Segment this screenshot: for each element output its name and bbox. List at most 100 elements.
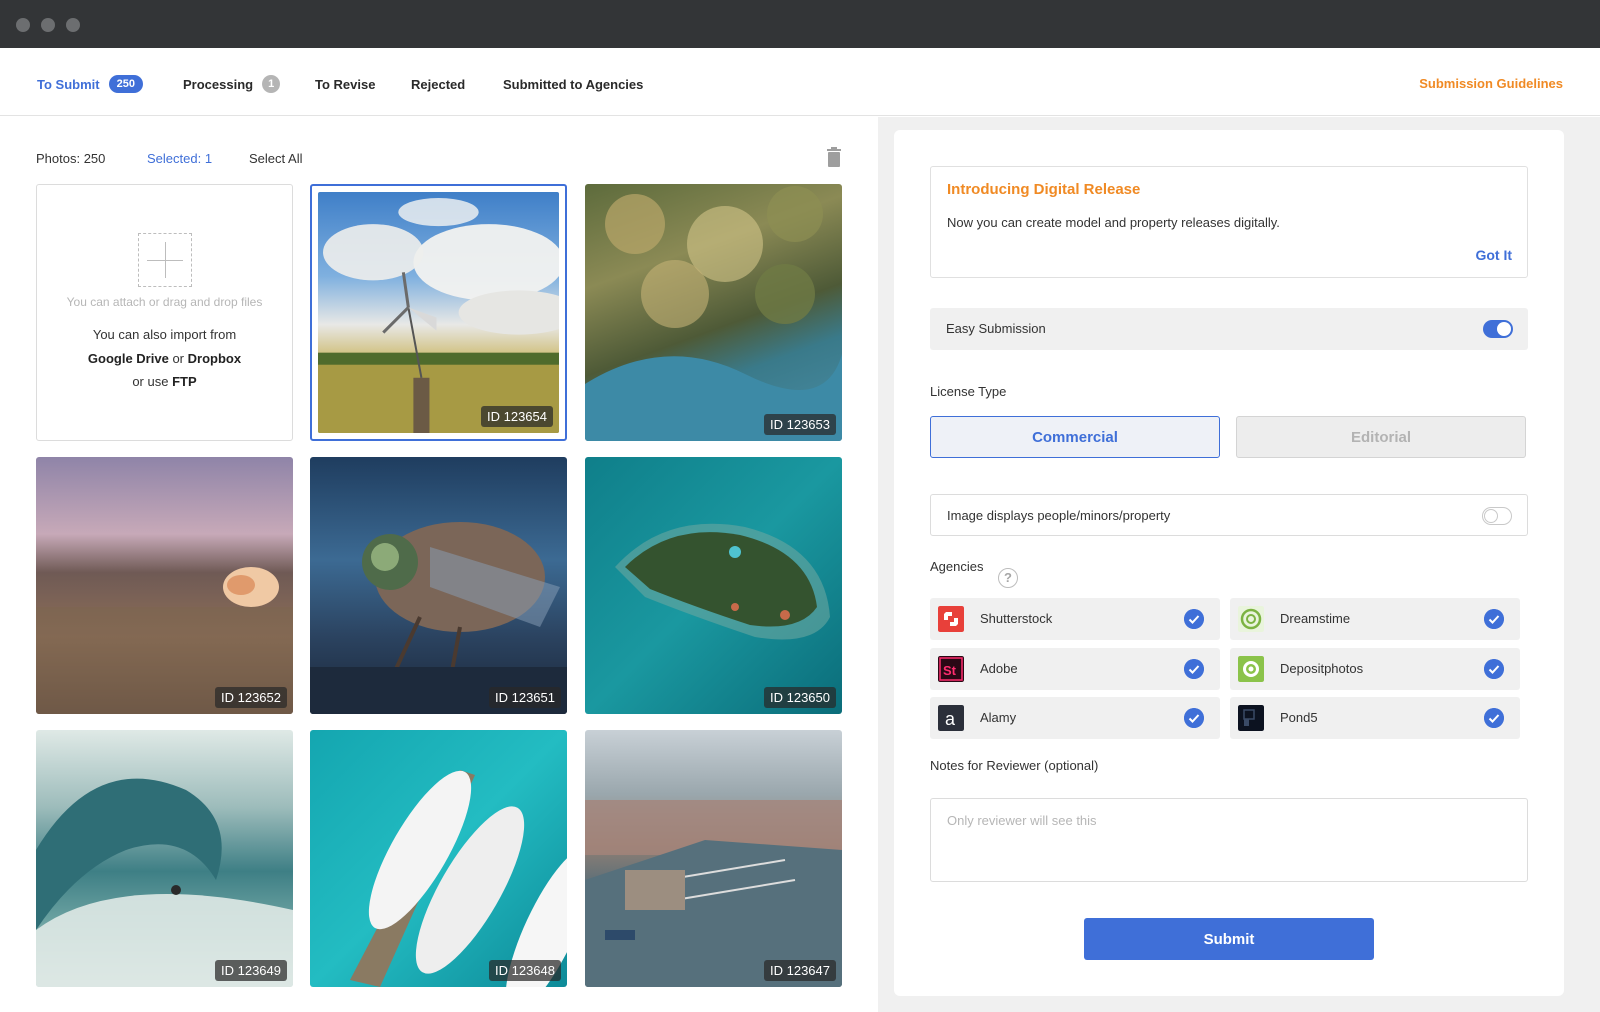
photo-tile[interactable]: ID 123647 bbox=[585, 730, 842, 987]
dreamstime-logo-icon bbox=[1238, 606, 1264, 632]
check-icon[interactable] bbox=[1484, 609, 1504, 629]
notes-label: Notes for Reviewer (optional) bbox=[930, 758, 1099, 773]
photo-id-label: ID 123652 bbox=[215, 687, 287, 708]
google-drive-link[interactable]: Google Drive bbox=[88, 351, 169, 366]
select-all-button[interactable]: Select All bbox=[249, 151, 302, 166]
photo-thumbnail: ID 123648 bbox=[310, 730, 567, 987]
tab-label: To Submit bbox=[37, 76, 100, 92]
or-use-text: or use bbox=[132, 374, 169, 389]
alamy-logo-icon: a bbox=[938, 705, 964, 731]
or-text: or bbox=[172, 351, 185, 366]
people-property-label: Image displays people/minors/property bbox=[947, 508, 1171, 523]
photo-tile[interactable]: ID 123649 bbox=[36, 730, 293, 987]
window-close-button[interactable] bbox=[16, 18, 30, 32]
window-minimize-button[interactable] bbox=[41, 18, 55, 32]
banner-text: Now you can create model and property re… bbox=[947, 215, 1280, 230]
photo-thumbnail: ID 123647 bbox=[585, 730, 842, 987]
import-sources: Google Drive or Dropbox bbox=[37, 351, 292, 366]
check-icon[interactable] bbox=[1184, 659, 1204, 679]
tab-to-submit[interactable]: To Submit 250 bbox=[37, 73, 143, 95]
agency-shutterstock[interactable]: Shutterstock bbox=[930, 598, 1220, 640]
photo-thumbnail: ID 123653 bbox=[585, 184, 842, 441]
got-it-button[interactable]: Got It bbox=[1475, 247, 1512, 263]
photo-tile[interactable]: ID 123652 bbox=[36, 457, 293, 714]
add-file-icon bbox=[138, 233, 192, 287]
trash-icon[interactable] bbox=[826, 147, 842, 167]
digital-release-banner: Introducing Digital Release Now you can … bbox=[930, 166, 1528, 278]
upload-dropzone[interactable]: You can attach or drag and drop files Yo… bbox=[36, 184, 293, 441]
window-title-bar bbox=[0, 0, 1600, 48]
agency-dreamstime[interactable]: Dreamstime bbox=[1230, 598, 1520, 640]
photo-id-label: ID 123648 bbox=[489, 960, 561, 981]
license-type-label: License Type bbox=[930, 384, 1007, 399]
photo-tile[interactable]: ID 123648 bbox=[310, 730, 567, 987]
dropbox-link[interactable]: Dropbox bbox=[188, 351, 241, 366]
photo-library: Photos: 250 Selected: 1 Select All You c… bbox=[0, 117, 878, 1012]
upload-hint: You can attach or drag and drop files bbox=[66, 295, 263, 309]
photo-id-label: ID 123649 bbox=[215, 960, 287, 981]
tab-rejected[interactable]: Rejected bbox=[411, 73, 465, 95]
easy-submission-toggle[interactable] bbox=[1483, 320, 1513, 338]
tab-count-badge: 1 bbox=[262, 75, 281, 93]
agency-pond5[interactable]: Pond5 bbox=[1230, 697, 1520, 739]
window-maximize-button[interactable] bbox=[66, 18, 80, 32]
people-property-row: Image displays people/minors/property bbox=[930, 494, 1528, 536]
adobe-stock-logo-icon: St bbox=[938, 656, 964, 682]
photo-thumbnail: ID 123651 bbox=[310, 457, 567, 714]
photo-thumbnail: ID 123649 bbox=[36, 730, 293, 987]
import-text: You can also import from bbox=[92, 327, 237, 342]
ftp-link[interactable]: FTP bbox=[172, 374, 197, 389]
selected-count[interactable]: Selected: 1 bbox=[147, 151, 212, 166]
photo-tile[interactable]: ID 123650 bbox=[585, 457, 842, 714]
tab-label: Processing bbox=[183, 76, 254, 92]
agency-depositphotos[interactable]: Depositphotos bbox=[1230, 648, 1520, 690]
agency-name: Adobe bbox=[980, 661, 1018, 676]
photo-thumbnail: ID 123652 bbox=[36, 457, 293, 714]
agency-name: Depositphotos bbox=[1280, 661, 1364, 676]
agencies-label: Agencies bbox=[930, 559, 984, 574]
tab-label: Submitted to Agencies bbox=[503, 76, 644, 92]
tab-label: To Revise bbox=[315, 76, 376, 92]
agency-adobe[interactable]: St Adobe bbox=[930, 648, 1220, 690]
question-icon[interactable]: ? bbox=[998, 568, 1018, 588]
commercial-license-button[interactable]: Commercial bbox=[930, 416, 1220, 458]
notes-textarea[interactable] bbox=[930, 798, 1528, 882]
agency-alamy[interactable]: a Alamy bbox=[930, 697, 1220, 739]
svg-text:a: a bbox=[945, 709, 956, 729]
photo-count: Photos: 250 bbox=[36, 151, 106, 166]
pond5-logo-icon bbox=[1238, 705, 1264, 731]
tab-processing[interactable]: Processing 1 bbox=[183, 73, 281, 95]
top-navigation: To Submit 250 Processing 1 To Revise Rej… bbox=[0, 48, 1600, 116]
photo-tile[interactable]: ID 123651 bbox=[310, 457, 567, 714]
check-icon[interactable] bbox=[1184, 609, 1204, 629]
photo-id-label: ID 123650 bbox=[764, 687, 836, 708]
easy-submission-label: Easy Submission bbox=[946, 321, 1046, 336]
svg-text:St: St bbox=[943, 663, 957, 678]
tab-to-revise[interactable]: To Revise bbox=[315, 73, 375, 95]
agency-name: Dreamstime bbox=[1280, 611, 1351, 626]
photo-tile[interactable]: ID 123654 bbox=[310, 184, 567, 441]
banner-title: Introducing Digital Release bbox=[947, 181, 1141, 198]
people-property-toggle[interactable] bbox=[1482, 507, 1512, 525]
photo-id-label: ID 123654 bbox=[481, 406, 553, 427]
submit-button[interactable]: Submit bbox=[1084, 918, 1374, 960]
photo-thumbnail: ID 123654 bbox=[318, 192, 559, 433]
tab-label: Rejected bbox=[411, 76, 466, 92]
submission-panel: Introducing Digital Release Now you can … bbox=[894, 130, 1564, 996]
check-icon[interactable] bbox=[1484, 708, 1504, 728]
submission-guidelines-link[interactable]: Submission Guidelines bbox=[1419, 76, 1563, 91]
photo-id-label: ID 123653 bbox=[764, 414, 836, 435]
tab-submitted-to-agencies[interactable]: Submitted to Agencies bbox=[503, 73, 643, 95]
easy-submission-row: Easy Submission bbox=[930, 308, 1528, 350]
agency-name: Alamy bbox=[980, 710, 1017, 725]
photo-id-label: ID 123647 bbox=[764, 960, 836, 981]
editorial-license-button[interactable]: Editorial bbox=[1236, 416, 1526, 458]
check-icon[interactable] bbox=[1184, 708, 1204, 728]
ftp-line: or use FTP bbox=[37, 374, 292, 389]
photo-tile[interactable]: ID 123653 bbox=[585, 184, 842, 441]
photo-thumbnail: ID 123650 bbox=[585, 457, 842, 714]
photo-id-label: ID 123651 bbox=[489, 687, 561, 708]
shutterstock-logo-icon bbox=[938, 606, 964, 632]
tab-count-badge: 250 bbox=[108, 75, 143, 93]
check-icon[interactable] bbox=[1484, 659, 1504, 679]
